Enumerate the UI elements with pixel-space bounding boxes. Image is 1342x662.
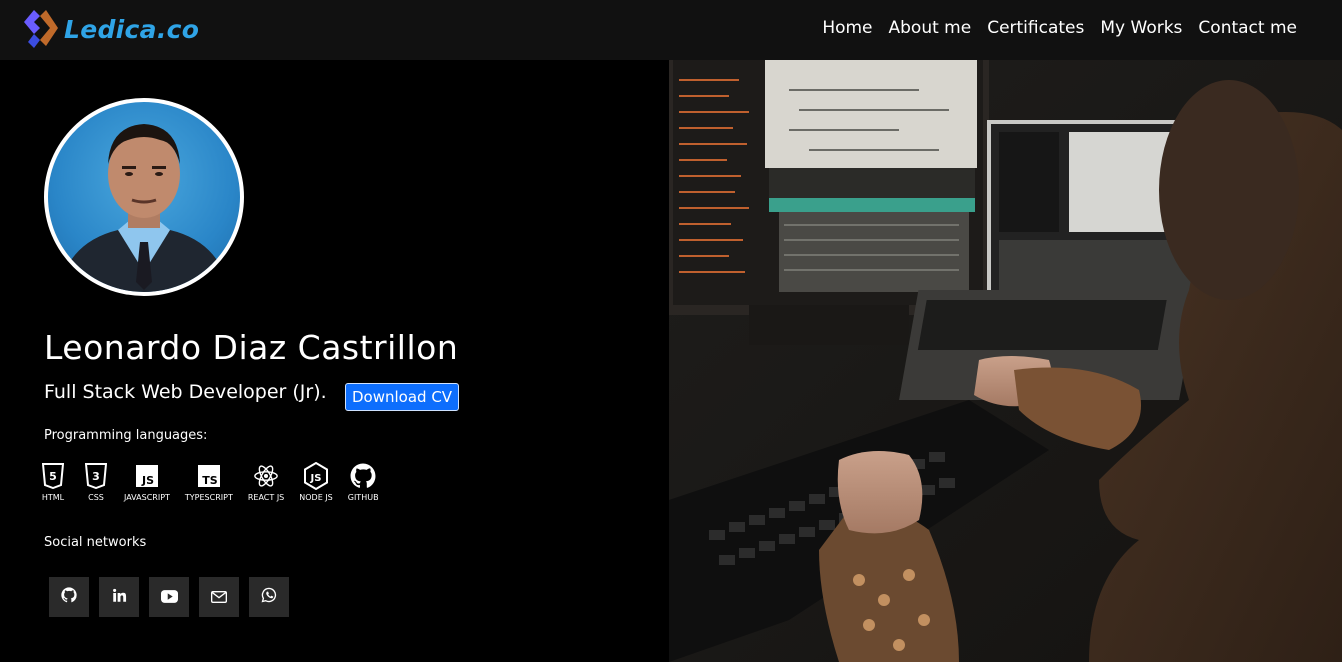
javascript-icon: JS [134, 462, 160, 490]
html5-icon: 5 [40, 462, 66, 490]
language-html[interactable]: 5 HTML [40, 462, 66, 502]
profile-name: Leonardo Diaz Castrillon [44, 328, 459, 367]
profile-panel: Leonardo Diaz Castrillon Full Stack Web … [0, 60, 669, 662]
language-label: TYPESCRIPT [184, 493, 233, 502]
github-icon [61, 587, 77, 607]
social-github-button[interactable] [49, 577, 89, 617]
language-typescript[interactable]: TS TYPESCRIPT [185, 462, 233, 502]
social-mail-button[interactable] [199, 577, 239, 617]
profile-role: Full Stack Web Developer (Jr). [44, 381, 327, 403]
language-github[interactable]: GITHUB [348, 462, 379, 502]
svg-text:3: 3 [92, 470, 100, 483]
nav-home[interactable]: Home [814, 17, 881, 39]
social-linkedin-button[interactable] [99, 577, 139, 617]
svg-text:5: 5 [49, 470, 57, 483]
svg-text:TS: TS [202, 474, 218, 487]
navbar: Ledica.co Home About me Certificates My … [0, 0, 1342, 60]
github-icon [350, 462, 376, 490]
language-label: HTML [41, 493, 65, 502]
language-label: NODE JS [299, 493, 333, 502]
languages-list: 5 HTML 3 CSS JS JAVASCRIPT TS TYPESCRIPT [40, 462, 388, 502]
youtube-icon [160, 588, 178, 607]
social-youtube-button[interactable] [149, 577, 189, 617]
languages-title: Programming languages: [44, 428, 208, 443]
nav-menu: Home About me Certificates My Works Cont… [814, 17, 1313, 39]
language-react[interactable]: REACT JS [248, 462, 284, 502]
social-links [49, 577, 299, 617]
svg-text:JS: JS [310, 473, 322, 484]
typescript-icon: TS [196, 462, 222, 490]
nav-contact-me[interactable]: Contact me [1190, 17, 1313, 39]
language-javascript[interactable]: JS JAVASCRIPT [124, 462, 170, 502]
language-label: JAVASCRIPT [124, 493, 170, 502]
social-title: Social networks [44, 535, 147, 550]
nav-certificates[interactable]: Certificates [979, 17, 1093, 39]
mail-icon [211, 588, 227, 607]
language-nodejs[interactable]: JS NODE JS [299, 462, 333, 502]
social-whatsapp-button[interactable] [249, 577, 289, 617]
brand-name: Ledica.co [64, 14, 200, 44]
css3-icon: 3 [83, 462, 109, 490]
developer-at-computer-photo [669, 60, 1342, 662]
chevron-logo-icon [22, 8, 60, 50]
nav-about-me[interactable]: About me [880, 17, 980, 39]
download-cv-button[interactable]: Download CV [345, 383, 460, 411]
linkedin-icon [112, 588, 127, 607]
react-icon [253, 462, 279, 490]
language-css[interactable]: 3 CSS [83, 462, 109, 502]
avatar [44, 98, 244, 296]
brand-logo[interactable]: Ledica.co [22, 8, 199, 50]
language-label: REACT JS [247, 493, 285, 502]
nodejs-icon: JS [303, 462, 329, 490]
language-label: CSS [88, 493, 104, 502]
svg-text:JS: JS [141, 474, 154, 487]
whatsapp-icon [261, 587, 277, 607]
nav-my-works[interactable]: My Works [1092, 17, 1191, 39]
language-label: GITHUB [347, 493, 379, 502]
